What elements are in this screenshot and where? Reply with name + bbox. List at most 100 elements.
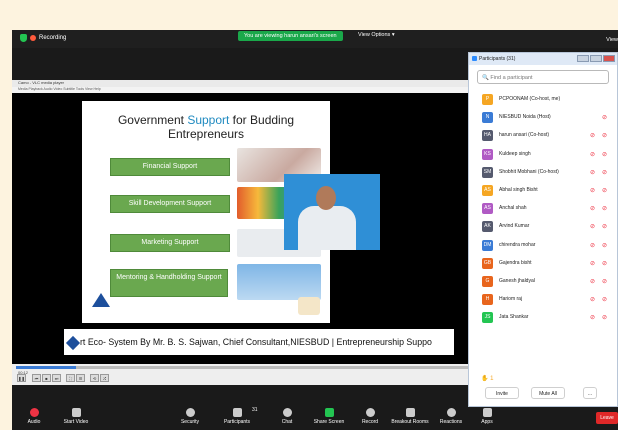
minimize-button[interactable] [577, 55, 589, 62]
video-off-icon: ⊘ [589, 151, 595, 158]
maximize-button[interactable] [590, 55, 602, 62]
prev-button[interactable]: ⏮ [32, 374, 41, 382]
avatar: DM [482, 239, 493, 251]
slide-title: Government Support for Budding Entrepren… [117, 113, 295, 141]
seek-bar[interactable] [16, 366, 474, 369]
participant-name: Hariom raj [499, 296, 523, 303]
video-area: Government Support for Budding Entrepren… [12, 93, 480, 364]
muted-mic-icon: ⊘ [601, 151, 607, 158]
stop-button[interactable]: ■ [42, 374, 51, 382]
avatar: SM [482, 166, 493, 178]
avatar: P [482, 94, 493, 105]
participant-name: Jata Shankar [499, 314, 529, 321]
participants-icon [472, 56, 477, 61]
mentoring-box: Mentoring & Handholding Support [110, 269, 228, 297]
participant-row[interactable]: AS Anchal shah ⊘ ⊘ [469, 200, 617, 218]
avatar: G [482, 275, 493, 287]
record-button[interactable]: Record [350, 408, 390, 426]
security-button[interactable]: Security [170, 408, 210, 426]
participant-row[interactable]: SM Shobhit Mobhani (Co-host) ⊘ ⊘ [469, 164, 617, 182]
chat-bubble-icon [282, 408, 292, 417]
chat-button[interactable]: Chat [267, 408, 307, 426]
video-off-icon: ⊘ [589, 278, 595, 285]
record-dot-icon [30, 35, 36, 41]
apps-button[interactable]: Apps [467, 408, 507, 426]
view-button[interactable]: View [606, 37, 618, 43]
ticker-banner: rt Eco- System By Mr. B. S. Sajwan, Chie… [64, 329, 454, 355]
participant-name: PCPOONAM (Co-host, me) [499, 96, 561, 102]
shared-screen: Camo - VLC media player Media Playback A… [12, 80, 480, 385]
muted-mic-icon: ⊘ [601, 206, 607, 213]
niesbud-logo [92, 293, 110, 307]
mute-all-button[interactable]: Mute All [531, 387, 565, 399]
meeting-toolbar: Audio Start Video Security Participants … [12, 404, 618, 430]
participant-row[interactable]: AS Abhal singh Bisht ⊘ ⊘ [469, 182, 617, 200]
participant-row[interactable]: HA harun ansari (Co-host) ⊘ ⊘ [469, 127, 617, 145]
participant-row[interactable]: DM chirendra mohar ⊘ ⊘ [469, 237, 617, 255]
participant-row[interactable]: KS Kuldeep singh ⊘ ⊘ [469, 146, 617, 164]
playlist-button[interactable]: ☰ [76, 374, 85, 382]
financial-support-box: Financial Support [110, 158, 230, 176]
participant-row[interactable]: JS Jata Shankar ⊘ ⊘ [469, 309, 617, 327]
avatar: AK [482, 221, 493, 233]
participant-row[interactable]: N NIESBUD Noida (Host) ⊘ [469, 109, 617, 127]
player-title: Camo - VLC media player [12, 80, 480, 87]
grid-icon [405, 408, 415, 417]
muted-mic-icon: ⊘ [601, 224, 607, 231]
meeting-topbar: Recording You are viewing harun ansari's… [12, 30, 618, 48]
leave-button[interactable]: Leave [596, 412, 618, 424]
avatar: H [482, 294, 493, 306]
marketing-support-box: Marketing Support [110, 234, 230, 252]
player-controls: 00:12 ❚❚ ⏮ ■ ⏭ ⛶ ☰ ⟲ ⤮ [12, 364, 480, 385]
loop-button[interactable]: ⟲ [90, 374, 99, 382]
video-off-icon: ⊘ [589, 187, 595, 194]
view-options-button[interactable]: View Options ▾ [358, 32, 395, 38]
plant-icon [298, 297, 320, 315]
next-button[interactable]: ⏭ [52, 374, 61, 382]
muted-mic-icon: ⊘ [601, 187, 607, 194]
participant-row[interactable]: G Ganesh jhaldyal ⊘ ⊘ [469, 273, 617, 291]
participant-row[interactable]: P PCPOONAM (Co-host, me) [469, 91, 617, 109]
participant-count: 31 [252, 407, 258, 413]
avatar: KS [482, 148, 493, 160]
participant-search-input[interactable]: 🔍 Find a participant [477, 70, 609, 84]
participant-name: Arvind Kumar [499, 223, 530, 230]
avatar: N [482, 112, 493, 124]
video-camera-icon [71, 408, 81, 417]
avatar: AS [482, 203, 493, 215]
people-icon [232, 408, 242, 417]
participants-footer: ✋ 1 Invite Mute All ... [469, 375, 617, 407]
participants-button[interactable]: Participants [217, 408, 257, 426]
start-video-button[interactable]: Start Video [56, 408, 96, 426]
invite-button[interactable]: Invite [485, 387, 519, 399]
audio-button[interactable]: Audio [14, 408, 54, 426]
reactions-button[interactable]: Reactions [431, 408, 471, 426]
participant-row[interactable]: H Hariom raj ⊘ ⊘ [469, 291, 617, 309]
participant-name: chirendra mohar [499, 241, 536, 248]
share-screen-button[interactable]: Share Screen [309, 408, 349, 426]
participant-row[interactable]: AK Arvind Kumar ⊘ ⊘ [469, 218, 617, 236]
close-button[interactable] [603, 55, 615, 62]
video-off-icon: ⊘ [589, 242, 595, 249]
speaker-video [284, 174, 380, 250]
shield-icon [185, 408, 195, 417]
muted-mic-icon: ⊘ [601, 297, 607, 304]
microphone-icon [29, 408, 39, 417]
video-off-icon: ⊘ [589, 133, 595, 140]
shuffle-button[interactable]: ⤮ [100, 374, 109, 382]
breakout-rooms-button[interactable]: Breakout Rooms [390, 408, 430, 426]
muted-mic-icon: ⊘ [601, 315, 607, 322]
participant-name: NIESBUD Noida (Host) [499, 114, 551, 121]
recording-indicator: Recording [20, 34, 66, 42]
participants-title-bar: Participants (31) [469, 53, 617, 65]
raised-hand-indicator: ✋ 1 [481, 376, 494, 382]
video-off-icon: ⊘ [589, 297, 595, 304]
participant-row[interactable]: GB Gajendra bisht ⊘ ⊘ [469, 255, 617, 273]
pause-button[interactable]: ❚❚ [17, 374, 26, 382]
apps-icon [482, 408, 492, 417]
fullscreen-button[interactable]: ⛶ [66, 374, 75, 382]
more-button[interactable]: ... [583, 387, 597, 399]
muted-mic-icon: ⊘ [601, 242, 607, 249]
avatar: GB [482, 257, 493, 269]
avatar: JS [482, 312, 493, 324]
